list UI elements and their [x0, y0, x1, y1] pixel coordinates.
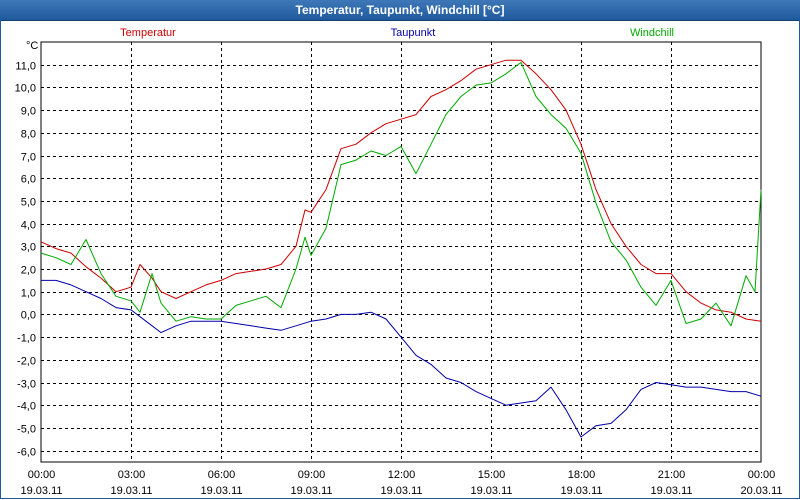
y-tick-label: 11,0 — [15, 61, 36, 73]
y-tick-label: 7,0 — [21, 152, 36, 164]
y-tick-label: 4,0 — [21, 220, 36, 232]
y-axis-unit: °C — [26, 40, 38, 52]
x-tick-date: 19.03.11 — [470, 485, 512, 497]
x-tick-time: 18:00 — [568, 469, 596, 481]
x-tick-date: 20.03.11 — [740, 485, 782, 497]
x-tick-date: 19.03.11 — [290, 485, 332, 497]
legend: Temperatur Taupunkt Windchill — [120, 27, 674, 39]
x-tick-time: 12:00 — [388, 469, 416, 481]
x-tick-date: 19.03.11 — [20, 485, 62, 497]
x-tick-date: 19.03.11 — [650, 485, 692, 497]
x-tick-time: 09:00 — [298, 469, 326, 481]
x-tick-date: 19.03.11 — [110, 485, 152, 497]
y-tick-label: 1,0 — [21, 288, 36, 300]
y-tick-label: 10,0 — [15, 83, 36, 95]
x-axis-labels: 00:00 19.03.11 03:00 19.03.11 06:00 19.03.11 0… — [20, 469, 782, 497]
y-tick-label: -6,0 — [17, 447, 36, 459]
y-tick-label: 8,0 — [21, 129, 36, 141]
y-tick-label: -2,0 — [17, 356, 36, 368]
chart-title: Temperatur, Taupunkt, Windchill [°C] — [0, 0, 800, 21]
y-tick-label: -4,0 — [17, 401, 36, 413]
x-tick-time: 21:00 — [658, 469, 686, 481]
y-tick-label: -1,0 — [17, 333, 36, 345]
y-tick-label: 2,0 — [21, 265, 36, 277]
x-tick-date: 19.03.11 — [200, 485, 242, 497]
x-tick-time: 15:00 — [478, 469, 506, 481]
x-tick-time: 00:00 — [748, 469, 776, 481]
x-tick-time: 06:00 — [208, 469, 236, 481]
x-tick-time: 03:00 — [118, 469, 146, 481]
y-tick-label: -5,0 — [17, 424, 36, 436]
legend-taupunkt: Taupunkt — [391, 27, 436, 39]
x-tick-date: 19.03.11 — [380, 485, 422, 497]
x-tick-date: 19.03.11 — [560, 485, 602, 497]
line-chart: 11,0 10,0 9,0 8,0 7,0 6,0 5,0 4,0 3,0 2,0 1,0 0,0 -1… — [15, 27, 783, 497]
legend-windchill: Windchill — [630, 27, 674, 39]
y-tick-label: 6,0 — [21, 174, 36, 186]
y-tick-label: 0,0 — [21, 310, 36, 322]
legend-temperatur: Temperatur — [120, 27, 176, 39]
y-tick-label: 9,0 — [21, 106, 36, 118]
y-tick-label: 5,0 — [21, 197, 36, 209]
y-tick-label: -3,0 — [17, 379, 36, 391]
y-tick-label: 3,0 — [21, 242, 36, 254]
x-tick-time: 00:00 — [28, 469, 56, 481]
y-axis-labels: 11,0 10,0 9,0 8,0 7,0 6,0 5,0 4,0 3,0 2,0 1,0 0,0 -1… — [15, 61, 36, 459]
